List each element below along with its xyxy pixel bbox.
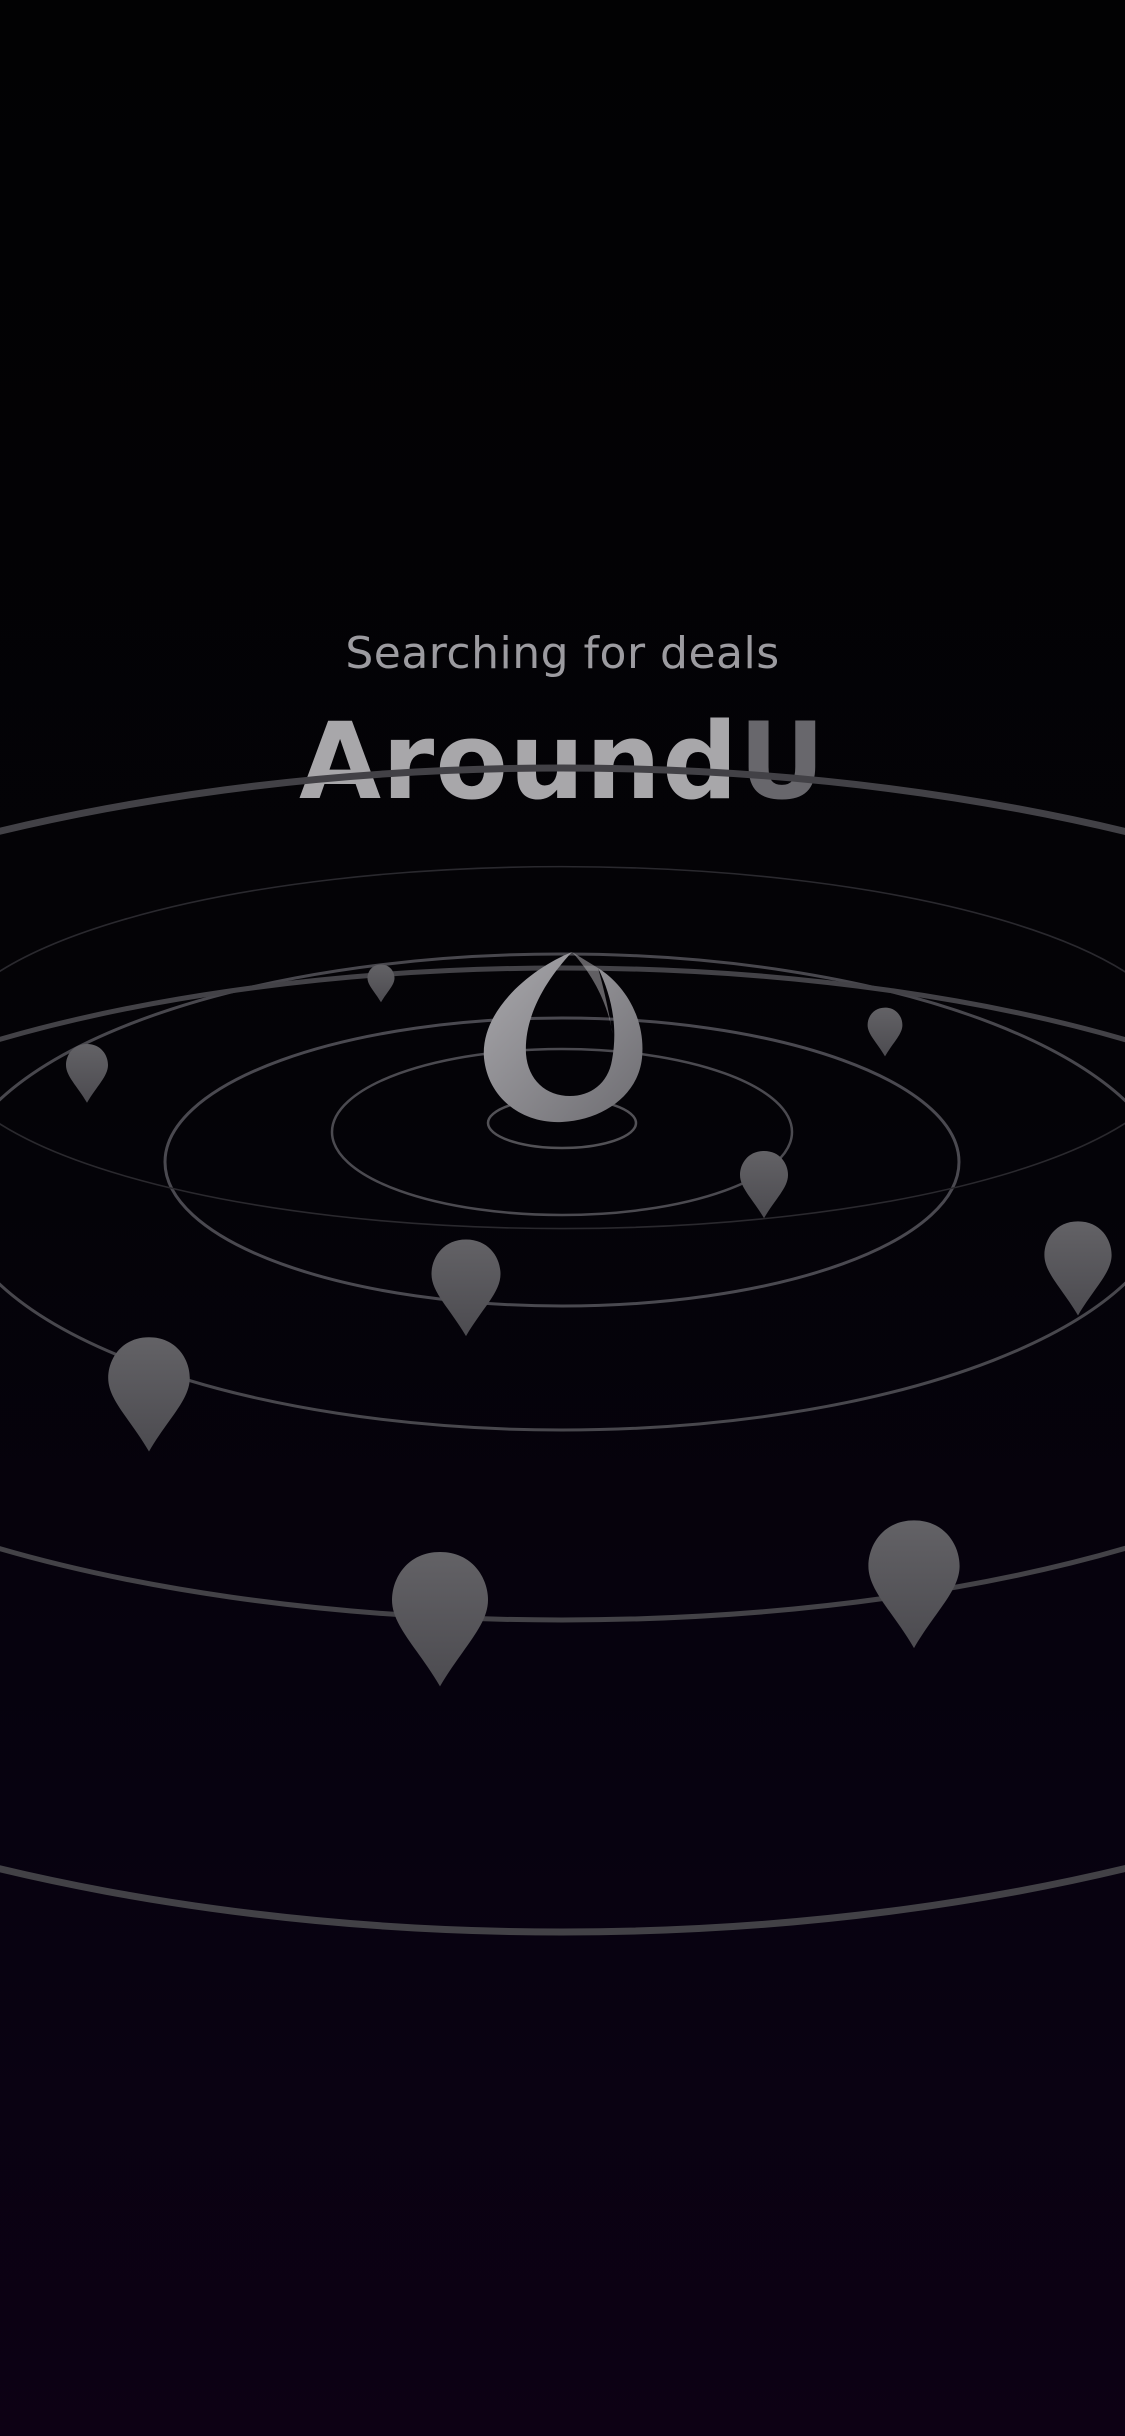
- map-pin-icon: [867, 1007, 903, 1057]
- radar-ring-5: [0, 965, 1125, 1623]
- map-pin-icon: [108, 1337, 190, 1452]
- map-pin-icon: [392, 1552, 488, 1687]
- map-pin-icon: [66, 1044, 108, 1103]
- map-pin-icon: [431, 1239, 501, 1337]
- aroundu-logo-icon: [483, 952, 643, 1123]
- map-pin-icon: [740, 1151, 788, 1219]
- map-pin-icon: [367, 964, 395, 1003]
- radar-animation: [0, 764, 1125, 1936]
- radar-ring-2: [330, 1047, 794, 1217]
- map-pins: [66, 964, 1112, 1687]
- radar-ring-3: [163, 1016, 961, 1308]
- splash-screen: Searching for deals AroundU: [0, 0, 1125, 2436]
- map-pin-icon: [868, 1520, 960, 1649]
